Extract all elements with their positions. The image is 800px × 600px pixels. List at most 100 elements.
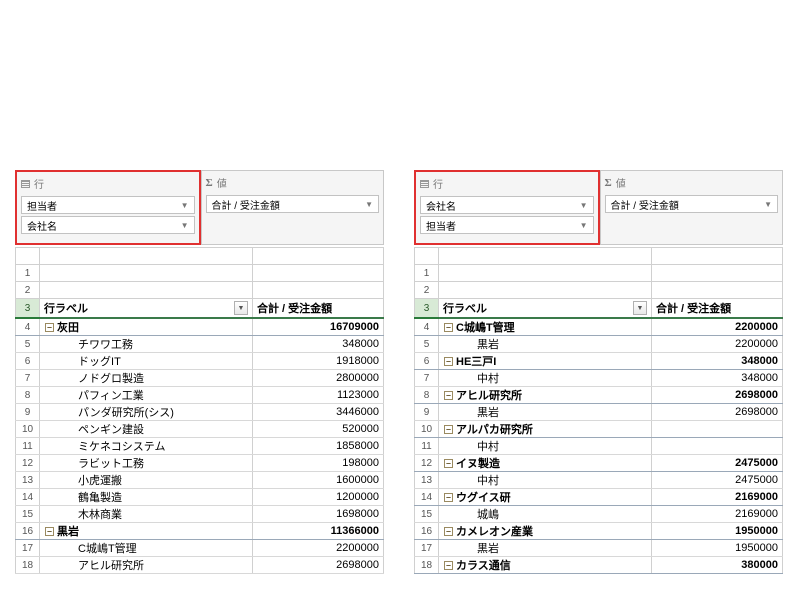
row-number[interactable]: 13 xyxy=(415,472,439,489)
pivot-label-cell[interactable]: C城嶋T管理 xyxy=(40,540,253,557)
row-number[interactable]: 4 xyxy=(415,318,439,336)
pivot-label-cell[interactable]: アヒル研究所 xyxy=(40,557,253,574)
cell[interactable] xyxy=(439,248,652,265)
pivot-label-cell[interactable]: 中村 xyxy=(439,472,652,489)
pivot-label-cell[interactable]: ドッグIT xyxy=(40,353,253,370)
pivot-value-cell[interactable]: 2200000 xyxy=(651,318,782,336)
pivot-value-cell[interactable]: 3446000 xyxy=(252,404,383,421)
cell[interactable] xyxy=(651,248,782,265)
pivot-value-cell[interactable]: 2169000 xyxy=(651,506,782,523)
row-number[interactable]: 14 xyxy=(415,489,439,506)
pivot-label-cell[interactable]: 城嶋 xyxy=(439,506,652,523)
value-field-item[interactable]: 合計 / 受注金額 ▼ xyxy=(605,195,779,213)
row-number[interactable]: 12 xyxy=(16,455,40,472)
pivot-label-cell[interactable]: ミケネコシステム xyxy=(40,438,253,455)
pivot-label-cell[interactable]: パンダ研究所(シス) xyxy=(40,404,253,421)
pivot-value-cell[interactable]: 1950000 xyxy=(651,523,782,540)
cell[interactable] xyxy=(40,265,253,282)
cell[interactable] xyxy=(252,265,383,282)
row-number[interactable] xyxy=(415,248,439,265)
pivot-value-cell[interactable]: 1698000 xyxy=(252,506,383,523)
row-number[interactable]: 3 xyxy=(415,299,439,319)
pivot-label-cell[interactable]: −イヌ製造 xyxy=(439,455,652,472)
row-number[interactable]: 15 xyxy=(415,506,439,523)
pivot-table-right[interactable]: 1 2 3 行ラベル ▼ 合計 / 受注金額 4−C城嶋T管理22000005黒… xyxy=(414,247,783,574)
row-number[interactable]: 17 xyxy=(16,540,40,557)
row-field-item-0[interactable]: 担当者 ▼ xyxy=(21,196,195,214)
pivot-value-cell[interactable]: 198000 xyxy=(252,455,383,472)
pivot-value-cell[interactable]: 2475000 xyxy=(651,455,782,472)
pivot-label-cell[interactable]: −HE三戸I xyxy=(439,353,652,370)
row-number[interactable]: 10 xyxy=(415,421,439,438)
row-field-item-0[interactable]: 会社名 ▼ xyxy=(420,196,594,214)
pivot-value-cell[interactable]: 16709000 xyxy=(252,318,383,336)
row-field-item-1[interactable]: 担当者 ▼ xyxy=(420,216,594,234)
row-number[interactable]: 1 xyxy=(16,265,40,282)
pivot-value-cell[interactable] xyxy=(651,438,782,455)
row-number[interactable]: 6 xyxy=(16,353,40,370)
row-number[interactable]: 5 xyxy=(16,336,40,353)
pivot-label-cell[interactable]: ノドグロ製造 xyxy=(40,370,253,387)
row-number[interactable]: 12 xyxy=(415,455,439,472)
cell[interactable] xyxy=(40,248,253,265)
collapse-icon[interactable]: − xyxy=(444,425,453,434)
pivot-value-header[interactable]: 合計 / 受注金額 xyxy=(252,299,383,319)
row-number[interactable] xyxy=(16,248,40,265)
row-number[interactable]: 16 xyxy=(16,523,40,540)
pivot-label-cell[interactable]: −ウグイス研 xyxy=(439,489,652,506)
row-number[interactable]: 8 xyxy=(415,387,439,404)
row-number[interactable]: 17 xyxy=(415,540,439,557)
pivot-value-cell[interactable]: 380000 xyxy=(651,557,782,574)
row-number[interactable]: 9 xyxy=(415,404,439,421)
row-number[interactable]: 5 xyxy=(415,336,439,353)
row-number[interactable]: 11 xyxy=(415,438,439,455)
pivot-value-cell[interactable]: 1600000 xyxy=(252,472,383,489)
pivot-label-cell[interactable]: −アヒル研究所 xyxy=(439,387,652,404)
pivot-label-cell[interactable]: 黒岩 xyxy=(439,540,652,557)
pivot-label-cell[interactable]: −C城嶋T管理 xyxy=(439,318,652,336)
row-number[interactable]: 16 xyxy=(415,523,439,540)
collapse-icon[interactable]: − xyxy=(444,357,453,366)
pivot-value-cell[interactable]: 11366000 xyxy=(252,523,383,540)
pivot-label-cell[interactable]: 鶴亀製造 xyxy=(40,489,253,506)
pivot-value-cell[interactable]: 1200000 xyxy=(252,489,383,506)
cell[interactable] xyxy=(40,282,253,299)
pivot-label-cell[interactable]: 中村 xyxy=(439,438,652,455)
pivot-value-cell[interactable]: 1918000 xyxy=(252,353,383,370)
pivot-value-cell[interactable]: 2200000 xyxy=(651,336,782,353)
row-number[interactable]: 18 xyxy=(415,557,439,574)
pivot-value-cell[interactable]: 2475000 xyxy=(651,472,782,489)
pivot-label-cell[interactable]: −カラス通信 xyxy=(439,557,652,574)
pivot-label-cell[interactable]: パフィン工業 xyxy=(40,387,253,404)
row-number[interactable]: 7 xyxy=(16,370,40,387)
pivot-label-cell[interactable]: −アルパカ研究所 xyxy=(439,421,652,438)
row-number[interactable]: 11 xyxy=(16,438,40,455)
row-number[interactable]: 7 xyxy=(415,370,439,387)
collapse-icon[interactable]: − xyxy=(45,323,54,332)
cell[interactable] xyxy=(651,282,782,299)
pivot-value-cell[interactable]: 2698000 xyxy=(252,557,383,574)
pivot-label-cell[interactable]: 黒岩 xyxy=(439,404,652,421)
row-number[interactable]: 8 xyxy=(16,387,40,404)
pivot-value-header[interactable]: 合計 / 受注金額 xyxy=(651,299,782,319)
collapse-icon[interactable]: − xyxy=(444,561,453,570)
pivot-table-left[interactable]: 1 2 3 行ラベル ▼ 合計 / 受注金額 4−灰田167090005チワワ工… xyxy=(15,247,384,574)
pivot-value-cell[interactable]: 2200000 xyxy=(252,540,383,557)
value-field-item[interactable]: 合計 / 受注金額 ▼ xyxy=(206,195,380,213)
pivot-value-cell[interactable] xyxy=(651,421,782,438)
pivot-label-cell[interactable]: −黒岩 xyxy=(40,523,253,540)
pivot-value-cell[interactable]: 348000 xyxy=(252,336,383,353)
cell[interactable] xyxy=(439,282,652,299)
pivot-label-cell[interactable]: 黒岩 xyxy=(439,336,652,353)
row-number[interactable]: 1 xyxy=(415,265,439,282)
pivot-row-label-header[interactable]: 行ラベル ▼ xyxy=(439,299,652,319)
row-number[interactable]: 3 xyxy=(16,299,40,319)
collapse-icon[interactable]: − xyxy=(444,391,453,400)
row-number[interactable]: 2 xyxy=(16,282,40,299)
row-number[interactable]: 4 xyxy=(16,318,40,336)
row-number[interactable]: 2 xyxy=(415,282,439,299)
pivot-row-label-header[interactable]: 行ラベル ▼ xyxy=(40,299,253,319)
pivot-label-cell[interactable]: チワワ工務 xyxy=(40,336,253,353)
pivot-value-cell[interactable]: 2698000 xyxy=(651,387,782,404)
cell[interactable] xyxy=(252,282,383,299)
